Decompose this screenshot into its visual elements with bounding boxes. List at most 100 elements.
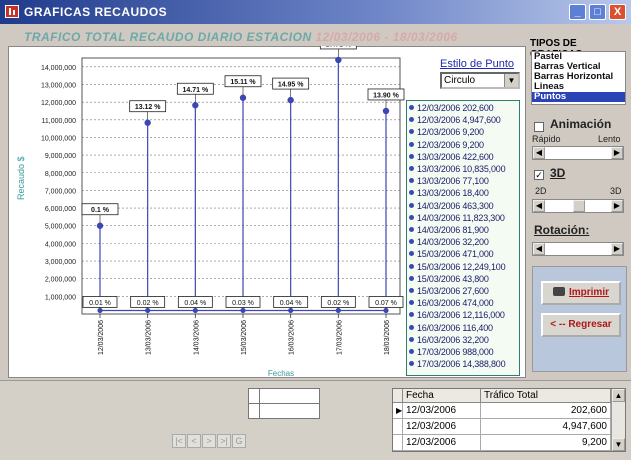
scroll-down-icon[interactable]: ▼ bbox=[612, 438, 625, 451]
y-tick-label: 2,000,000 bbox=[45, 277, 76, 284]
y-tick-label: 13,000,000 bbox=[41, 82, 76, 89]
action-panel: Imprimir < -- Regresar bbox=[532, 266, 627, 372]
y-tick-label: 1,000,000 bbox=[45, 294, 76, 301]
nav-first-button[interactable]: |< bbox=[172, 434, 186, 448]
slider-left-icon[interactable]: ◀ bbox=[533, 147, 545, 159]
legend-entry: 15/03/2006 12,249,100 bbox=[409, 262, 506, 272]
3d-checkbox[interactable]: ✓ bbox=[534, 170, 544, 180]
x-tick-label: 16/03/2006 bbox=[289, 320, 296, 355]
regresar-button[interactable]: < -- Regresar bbox=[541, 313, 621, 337]
slider-thumb[interactable] bbox=[573, 200, 585, 212]
nav-last-button[interactable]: >| bbox=[217, 434, 231, 448]
legend-entry: 16/03/2006 12,116,000 bbox=[409, 310, 505, 320]
traffic-grid[interactable]: Fecha Tráfico Total ▶ 12/03/2006 202,600… bbox=[392, 388, 626, 452]
minimize-button[interactable]: _ bbox=[569, 4, 586, 20]
legend-entry: 14/03/2006 32,200 bbox=[409, 237, 489, 247]
chart-title-main: TRAFICO TOTAL RECAUDO DIARIO ESTACION bbox=[24, 30, 312, 44]
3d-label: 3D bbox=[550, 166, 566, 180]
3d-slider[interactable]: ◀ ▶ bbox=[532, 199, 624, 213]
x-tick-label: 18/03/2006 bbox=[384, 320, 391, 355]
y-tick-label: 3,000,000 bbox=[45, 259, 76, 266]
nav-next-button[interactable]: > bbox=[202, 434, 216, 448]
grid-cell-total[interactable]: 4,947,600 bbox=[481, 419, 611, 435]
grid-header-fecha[interactable]: Fecha bbox=[403, 389, 481, 403]
mini-grid-cell bbox=[259, 388, 320, 404]
legend-marker-icon bbox=[409, 117, 414, 123]
legend-entry: 16/03/2006 32,200 bbox=[409, 335, 489, 345]
legend-marker-icon bbox=[409, 166, 414, 171]
tipos-list[interactable]: Pastel Barras Vertical Barras Horizontal Li… bbox=[531, 51, 626, 105]
y-tick-label: 8,000,000 bbox=[45, 171, 76, 178]
legend-entry: 12/03/2006 9,200 bbox=[409, 127, 484, 137]
legend-entry: 13/03/2006 422,600 bbox=[409, 152, 494, 162]
window-title: GRAFICAS RECAUDOS bbox=[24, 5, 168, 19]
chart-title: TRAFICO TOTAL RECAUDO DIARIO ESTACION 12… bbox=[24, 30, 458, 44]
legend-entry: 12/03/2006 4,947,600 bbox=[409, 115, 501, 125]
legend-entry: 15/03/2006 43,800 bbox=[409, 274, 489, 284]
scroll-up-icon[interactable]: ▲ bbox=[612, 389, 625, 402]
legend-entry: 14/03/2006 81,900 bbox=[409, 225, 489, 235]
peak-label: 13.90 % bbox=[373, 92, 399, 99]
legend-marker-icon bbox=[409, 105, 414, 110]
legend-marker-icon bbox=[409, 324, 414, 330]
3d-left-label: 2D bbox=[535, 186, 547, 196]
low-label: 0.04 % bbox=[184, 300, 206, 307]
legend-entry: 13/03/2006 77,100 bbox=[409, 176, 489, 186]
grid-cell-total[interactable]: 9,200 bbox=[481, 435, 611, 451]
row-selector[interactable] bbox=[393, 435, 403, 451]
close-button[interactable]: X bbox=[609, 4, 626, 20]
legend-entry: 12/03/2006 9,200 bbox=[409, 140, 484, 150]
legend-marker-icon bbox=[409, 263, 414, 269]
chevron-down-icon[interactable]: ▼ bbox=[504, 74, 518, 87]
peak-label: 14.71 % bbox=[182, 87, 208, 94]
peak-label: 14.95 % bbox=[278, 82, 304, 89]
y-axis-label: Recaudo $ bbox=[16, 156, 26, 200]
estilo-value: Circulo bbox=[444, 75, 476, 86]
grid-cell-total[interactable]: 202,600 bbox=[481, 403, 611, 419]
peak-label: 0.1 % bbox=[91, 207, 110, 214]
x-tick-label: 13/03/2006 bbox=[146, 320, 153, 355]
legend-marker-icon bbox=[409, 153, 414, 159]
y-tick-label: 4,000,000 bbox=[45, 241, 76, 248]
grid-header-total[interactable]: Tráfico Total bbox=[481, 389, 611, 403]
slider-right-icon[interactable]: ▶ bbox=[611, 243, 623, 255]
legend-marker-icon bbox=[409, 202, 414, 208]
low-label: 0.02 % bbox=[327, 300, 349, 307]
y-tick-label: 6,000,000 bbox=[45, 206, 76, 213]
estilo-select[interactable]: Circulo ▼ bbox=[440, 72, 520, 89]
legend-entry: 17/03/2006 14,388,800 bbox=[409, 359, 506, 369]
nav-go-button[interactable]: G bbox=[232, 434, 246, 448]
legend-marker-icon bbox=[409, 312, 414, 318]
legend: 12/03/2006 202,600 12/03/2006 4,947,600 12… bbox=[406, 100, 520, 376]
grid-cell-fecha[interactable]: 12/03/2006 bbox=[403, 419, 481, 435]
legend-entry: 12/03/2006 202,600 bbox=[409, 103, 494, 113]
y-tick-label: 5,000,000 bbox=[45, 224, 76, 231]
slider-right-icon[interactable]: ▶ bbox=[611, 200, 623, 212]
grid-cell-fecha[interactable]: 12/03/2006 bbox=[403, 435, 481, 451]
grid-scrollbar[interactable]: ▲ ▼ bbox=[611, 389, 625, 451]
legend-marker-icon bbox=[409, 214, 414, 220]
rotacion-slider[interactable]: ◀ ▶ bbox=[532, 242, 624, 256]
slider-left-icon[interactable]: ◀ bbox=[533, 200, 545, 212]
peak-label: 15.11 % bbox=[230, 79, 256, 86]
animacion-slider[interactable]: ◀ ▶ bbox=[532, 146, 624, 160]
imprimir-button[interactable]: Imprimir bbox=[541, 281, 621, 305]
legend-entry: 14/03/2006 11,823,300 bbox=[409, 213, 505, 223]
row-selector[interactable] bbox=[393, 419, 403, 435]
slider-right-icon[interactable]: ▶ bbox=[611, 147, 623, 159]
peak-point bbox=[239, 94, 247, 101]
animacion-checkbox[interactable] bbox=[534, 122, 544, 132]
legend-marker-icon bbox=[409, 129, 414, 135]
legend-marker-icon bbox=[409, 336, 414, 342]
tipos-item[interactable]: Puntos bbox=[532, 92, 625, 102]
peak-label: 13.12 % bbox=[135, 104, 161, 111]
maximize-button[interactable]: □ bbox=[589, 4, 606, 20]
legend-entry: 15/03/2006 27,600 bbox=[409, 286, 489, 296]
grid-cell-fecha[interactable]: 12/03/2006 bbox=[403, 403, 481, 419]
nav-prev-button[interactable]: < bbox=[187, 434, 201, 448]
legend-marker-icon bbox=[409, 178, 414, 184]
slider-left-icon[interactable]: ◀ bbox=[533, 243, 545, 255]
animacion-right-label: Lento bbox=[598, 134, 621, 144]
mini-grid-cell bbox=[259, 403, 320, 419]
legend-entry: 16/03/2006 474,000 bbox=[409, 298, 494, 308]
